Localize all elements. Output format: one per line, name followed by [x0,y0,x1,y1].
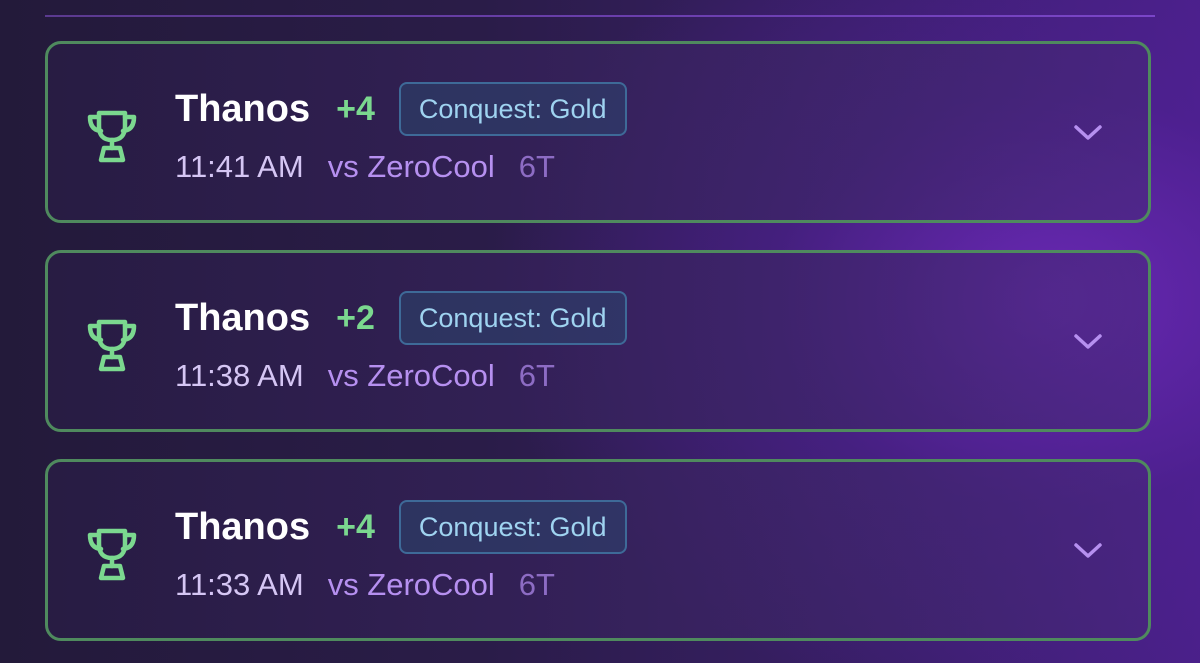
player-name: Thanos [175,505,311,548]
score-delta: +2 [336,298,375,337]
turn-count: 6T [518,149,555,184]
match-card[interactable]: Thanos +4 Conquest: Gold 11:33 AM vs Zer… [45,459,1151,641]
opponent-name: vs ZeroCool [327,567,495,602]
trophy-icon [87,110,137,163]
match-meta-row: 11:33 AM vs ZeroCool 6T [175,560,555,610]
score-delta: +4 [336,89,375,128]
mode-badge: Conquest: Gold [398,291,627,345]
mode-badge: Conquest: Gold [398,82,627,136]
chevron-down-icon[interactable] [1072,122,1104,144]
score-delta: +4 [336,507,375,546]
turn-count: 6T [518,358,555,393]
match-title-row: Thanos +2 Conquest: Gold [175,288,627,348]
match-meta-row: 11:41 AM vs ZeroCool 6T [175,142,555,192]
match-card[interactable]: Thanos +4 Conquest: Gold 11:41 AM vs Zer… [45,41,1151,223]
match-time: 11:41 AM [175,149,304,184]
trophy-icon [87,528,137,581]
player-name: Thanos [175,296,311,339]
match-card[interactable]: Thanos +2 Conquest: Gold 11:38 AM vs Zer… [45,250,1151,432]
match-title-row: Thanos +4 Conquest: Gold [175,79,627,139]
opponent-name: vs ZeroCool [327,358,495,393]
player-name: Thanos [175,87,311,130]
chevron-down-icon[interactable] [1072,331,1104,353]
chevron-down-icon[interactable] [1072,540,1104,562]
top-divider [45,15,1155,17]
match-meta-row: 11:38 AM vs ZeroCool 6T [175,351,555,401]
match-time: 11:33 AM [175,567,304,602]
mode-badge: Conquest: Gold [398,500,627,554]
trophy-icon [87,319,137,372]
opponent-name: vs ZeroCool [327,149,495,184]
match-time: 11:38 AM [175,358,304,393]
turn-count: 6T [518,567,555,602]
match-title-row: Thanos +4 Conquest: Gold [175,497,627,557]
